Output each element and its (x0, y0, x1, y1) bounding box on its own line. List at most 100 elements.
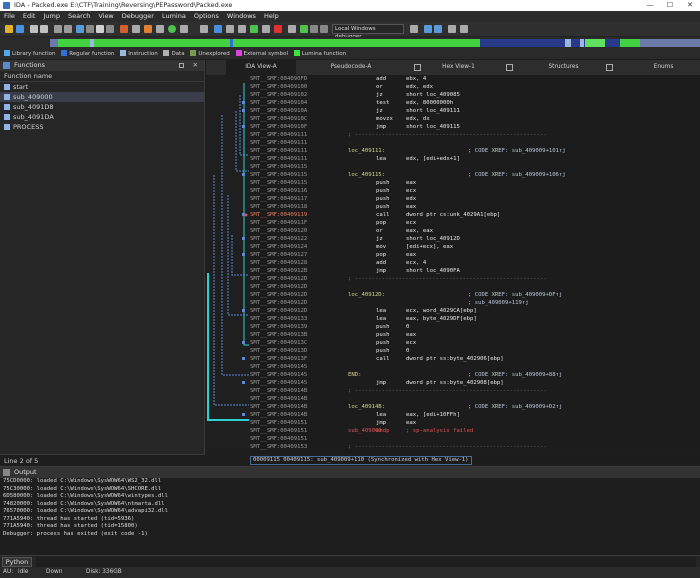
panel-close-icon[interactable]: ✕ (193, 60, 198, 71)
run-icon[interactable] (168, 25, 176, 33)
trace-icon[interactable] (262, 25, 270, 33)
run-to-cursor-icon[interactable] (448, 25, 456, 33)
step-over-icon[interactable] (434, 25, 442, 33)
string-icon[interactable] (96, 25, 104, 33)
stop-icon[interactable] (320, 25, 328, 33)
disasm-line[interactable]: SMT__SMF:0040912D ; sub_409009+119↑j (250, 299, 700, 307)
menu-debugger[interactable]: Debugger (118, 11, 158, 22)
function-list-item[interactable]: sub_409000 (0, 92, 204, 102)
back-icon[interactable] (30, 25, 38, 33)
struct-icon[interactable] (132, 25, 140, 33)
disassembly-view[interactable]: SMT__SMF:004090FD add ebx, 4 SMT__SMF:00409… (250, 75, 700, 454)
disasm-line[interactable]: SMT__SMF:00409151 (250, 435, 700, 443)
disasm-line[interactable]: SMT__SMF:00409100 or edx, edx (250, 83, 700, 91)
debugger-options-icon[interactable] (410, 25, 418, 33)
delete-breakpoint-icon[interactable] (274, 25, 282, 33)
pause-icon[interactable] (310, 25, 318, 33)
disasm-line[interactable]: SMT__SMF:00409122 jz short loc_40912D (250, 235, 700, 243)
text-search-icon[interactable] (64, 25, 72, 33)
forward-icon[interactable] (40, 25, 48, 33)
save-icon[interactable] (16, 25, 24, 33)
disasm-line[interactable]: SMT__SMF:0040913D push 0 (250, 347, 700, 355)
array-icon[interactable] (106, 25, 114, 33)
menu-windows[interactable]: Windows (223, 11, 260, 22)
disasm-line[interactable]: SMT__SMF:00409111 (250, 139, 700, 147)
function-icon[interactable] (120, 25, 128, 33)
tab-close-icon[interactable] (414, 64, 421, 71)
disasm-line[interactable]: SMT__SMF:00409139 push 0 (250, 323, 700, 331)
menu-view[interactable]: View (94, 11, 117, 22)
disasm-line[interactable]: SMT__SMF:0040912B jmp short loc_4090FA (250, 267, 700, 275)
step-out-icon[interactable] (460, 25, 468, 33)
disasm-line[interactable]: SMT__SMF:0040913C push ecx (250, 339, 700, 347)
disasm-line[interactable]: SMT__SMF:0040913B push eax (250, 331, 700, 339)
disasm-line[interactable]: SMT__SMF:00409111 lea edx, [edi+edx+1] (250, 155, 700, 163)
disasm-line[interactable]: SMT__SMF:0040910A jz short loc_409111 (250, 107, 700, 115)
disasm-line[interactable]: SMT__SMF:00409116 push ecx (250, 187, 700, 195)
threads-icon[interactable] (226, 25, 234, 33)
open-icon[interactable] (5, 25, 13, 33)
tab-hex-view-1[interactable]: Hex View-1 (431, 60, 486, 75)
data-icon[interactable] (86, 25, 94, 33)
modules-icon[interactable] (238, 25, 246, 33)
attach-icon[interactable] (200, 25, 208, 33)
disasm-line[interactable]: SMT__SMF:0040911F pop ecx (250, 219, 700, 227)
disasm-line[interactable]: SMT__SMF:00409102 jz short loc_409085 (250, 91, 700, 99)
disasm-line[interactable]: SMT__SMF:0040912D (250, 283, 700, 291)
disasm-line[interactable]: SMT__SMF:0040914B (250, 395, 700, 403)
disasm-line[interactable]: SMT__SMF:00409145 (250, 363, 700, 371)
disasm-line[interactable]: SMT__SMF:00409124 mov [edi+ecx], eax (250, 243, 700, 251)
disasm-line[interactable]: SMT__SMF:00409153 ; ---------------------… (250, 443, 700, 451)
script-icon[interactable] (180, 25, 188, 33)
disasm-line[interactable]: SMT__SMF:0040912D loc_40912D: ; CODE XREF:… (250, 291, 700, 299)
disasm-line[interactable]: SMT__SMF:0040913F call dword ptr ss:byte_4… (250, 355, 700, 363)
step-into-icon[interactable] (424, 25, 432, 33)
add-breakpoint-icon[interactable] (250, 25, 258, 33)
disasm-line[interactable]: SMT__SMF:00409151 sub_409009 endp; sp-anal… (250, 427, 700, 435)
breakpoint-list-icon[interactable] (214, 25, 222, 33)
tab-enums[interactable]: Enums (636, 60, 691, 75)
navigation-band[interactable] (0, 37, 700, 49)
navigation-strip[interactable] (50, 39, 700, 47)
step-icon[interactable] (288, 25, 296, 33)
xrefs-icon[interactable] (156, 25, 164, 33)
disasm-line[interactable]: SMT__SMF:00409111 loc_409111: ; CODE XREF:… (250, 147, 700, 155)
disasm-line[interactable]: SMT__SMF:00409115 (250, 163, 700, 171)
tab-structures[interactable]: Structures (536, 60, 591, 75)
tab-ida-view-a[interactable]: IDA View-A (226, 60, 296, 75)
maximize-button[interactable]: ☐ (660, 0, 680, 11)
disasm-line[interactable]: SMT__SMF:00409127 pop eax (250, 251, 700, 259)
start-debug-icon[interactable] (300, 25, 308, 33)
function-list-item[interactable]: sub_4091D8 (0, 102, 204, 112)
disasm-line[interactable]: SMT__SMF:0040912D lea ecx, word_4029CA[ebp… (250, 307, 700, 315)
menu-lumina[interactable]: Lumina (158, 11, 190, 22)
graph-icon[interactable] (144, 25, 152, 33)
tab-pseudocode-a[interactable]: Pseudocode-A (326, 60, 376, 75)
disasm-line[interactable]: SMT__SMF:0040914B ; ---------------------… (250, 387, 700, 395)
menu-jump[interactable]: Jump (39, 11, 64, 22)
panel-float-icon[interactable] (179, 63, 184, 68)
menu-help[interactable]: Help (260, 11, 283, 22)
close-button[interactable]: ✕ (680, 0, 700, 11)
function-list-item[interactable]: sub_4091DA (0, 112, 204, 122)
disasm-line[interactable]: SMT__SMF:0040914B loc_40914B: ; CODE XREF:… (250, 403, 700, 411)
disasm-line[interactable]: SMT__SMF:0040914B lea eax, [edi+10FFh] (250, 411, 700, 419)
disasm-line[interactable]: SMT__SMF:004090FD add ebx, 4 (250, 75, 700, 83)
disasm-line[interactable]: SMT__SMF:00409120 or eax, eax (250, 227, 700, 235)
tab-close-icon[interactable] (506, 64, 513, 71)
disasm-line[interactable]: SMT__SMF:00409115 loc_409115: ; CODE XREF:… (250, 171, 700, 179)
tab-close-icon[interactable] (606, 64, 613, 71)
menu-file[interactable]: File (0, 11, 19, 22)
function-name-column-header[interactable]: Function name (0, 71, 204, 82)
disasm-line[interactable]: SMT__SMF:00409145 jmp dword ptr ss:byte_40… (250, 379, 700, 387)
function-list-item[interactable]: start (0, 82, 204, 92)
disasm-line[interactable]: SMT__SMF:0040910F jmp short loc_409115 (250, 123, 700, 131)
disasm-line[interactable]: SMT__SMF:00409119 call dword ptr cs:unk_40… (250, 211, 700, 219)
output-log[interactable]: 75CD0000: loaded C:\Windows\SysWOW64\WS2… (0, 478, 700, 538)
disasm-line[interactable]: SMT__SMF:00409145 END: ; CODE XREF: sub_40… (250, 371, 700, 379)
menu-options[interactable]: Options (190, 11, 223, 22)
disasm-line[interactable]: SMT__SMF:0040912D ; ---------------------… (250, 275, 700, 283)
binary-icon[interactable] (54, 25, 62, 33)
disasm-line[interactable]: SMT__SMF:00409128 add ecx, 4 (250, 259, 700, 267)
python-button[interactable]: Python (2, 557, 32, 567)
